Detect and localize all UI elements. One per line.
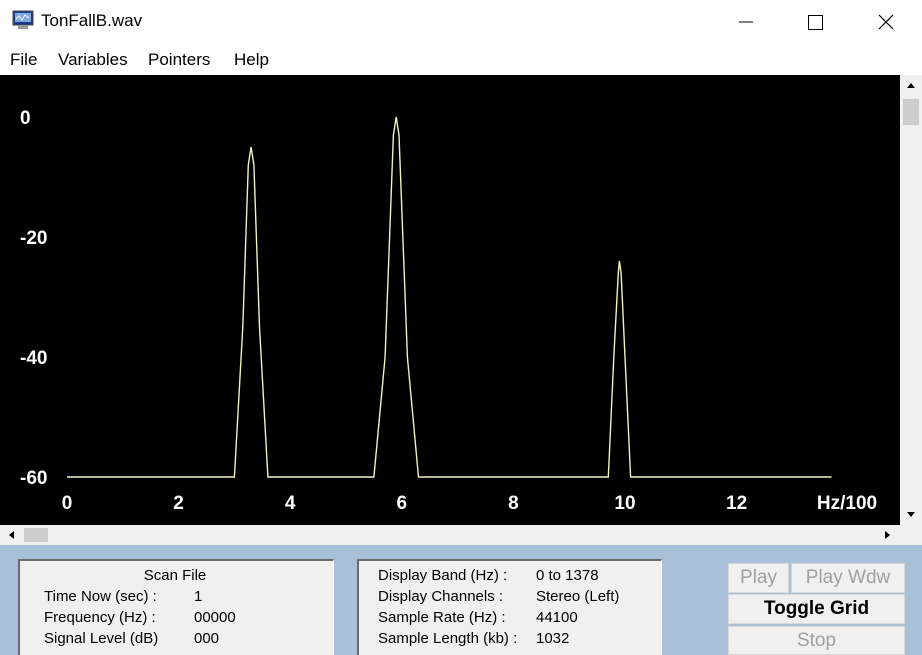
y-tick-label: -20: [20, 228, 47, 249]
minimize-button[interactable]: [723, 0, 769, 44]
horizontal-scroll-thumb[interactable]: [24, 528, 48, 542]
x-tick-label: 6: [397, 493, 408, 514]
scroll-right-arrow-icon[interactable]: [876, 525, 898, 545]
time-now-label: Time Now (sec) :: [44, 588, 157, 605]
x-tick-label: 12: [726, 493, 747, 514]
display-band-label: Display Band (Hz) :: [378, 567, 508, 584]
minimize-icon: [739, 21, 753, 23]
frequency-value: 00000: [194, 609, 236, 626]
info-panel: Display Band (Hz) : 0 to 1378 Display Ch…: [357, 559, 662, 655]
signal-level-value: 000: [194, 630, 220, 647]
spectrum-series-line: [67, 116, 832, 478]
x-tick-label: 10: [614, 493, 635, 514]
scroll-up-arrow-icon[interactable]: [900, 75, 922, 97]
play-button[interactable]: Play: [728, 563, 789, 593]
x-tick-label: 0: [62, 493, 73, 514]
sample-rate-label: Sample Rate (Hz) :: [378, 609, 506, 626]
y-tick-label: -60: [20, 468, 47, 489]
menu-help[interactable]: Help: [234, 50, 269, 70]
x-tick-label: 4: [285, 493, 296, 514]
display-band-value: 0 to 1378: [536, 567, 599, 584]
scan-file-panel: Scan File Time Now (sec) : 1 Frequency (…: [18, 559, 334, 655]
window-title: TonFallB.wav: [41, 11, 143, 30]
display-channels-value: Stereo (Left): [536, 588, 620, 605]
vertical-scroll-thumb[interactable]: [903, 99, 919, 125]
time-now-value: 1: [194, 588, 203, 605]
frequency-label: Frequency (Hz) :: [44, 609, 156, 626]
y-tick-label: 0: [20, 108, 31, 129]
signal-level-label: Signal Level (dB): [44, 630, 159, 647]
sample-length-value: 1032: [536, 630, 570, 647]
sample-rate-value: 44100: [536, 609, 578, 626]
monitor-app-icon[interactable]: [12, 10, 34, 30]
menu-pointers[interactable]: Pointers: [148, 50, 210, 70]
maximize-button[interactable]: [792, 0, 838, 44]
display-channels-label: Display Channels :: [378, 588, 504, 605]
close-button[interactable]: [863, 0, 909, 44]
horizontal-scrollbar[interactable]: [0, 525, 900, 545]
x-axis-label: Hz/100: [817, 493, 877, 514]
scrollbar-corner: [900, 525, 922, 545]
maximize-icon: [808, 15, 823, 30]
x-tick-label: 2: [173, 493, 184, 514]
close-icon: [878, 14, 894, 30]
menu-variables[interactable]: Variables: [58, 50, 128, 70]
toggle-grid-button[interactable]: Toggle Grid: [728, 594, 905, 624]
x-tick-label: 8: [508, 493, 519, 514]
scroll-left-arrow-icon[interactable]: [0, 525, 22, 545]
stop-button[interactable]: Stop: [728, 626, 905, 655]
spectrum-plot: 0 -20 -40 -60 0 2 4 6 8 10 12 Hz/100: [0, 75, 900, 525]
scan-file-title: Scan File: [143, 567, 207, 584]
vertical-scrollbar[interactable]: [900, 75, 922, 525]
play-window-button[interactable]: Play Wdw: [791, 563, 905, 593]
scroll-down-arrow-icon[interactable]: [900, 503, 922, 525]
y-tick-label: -40: [20, 348, 47, 369]
menu-file[interactable]: File: [10, 50, 37, 70]
menu-bar: [0, 45, 922, 74]
sample-length-label: Sample Length (kb) :: [378, 630, 518, 647]
